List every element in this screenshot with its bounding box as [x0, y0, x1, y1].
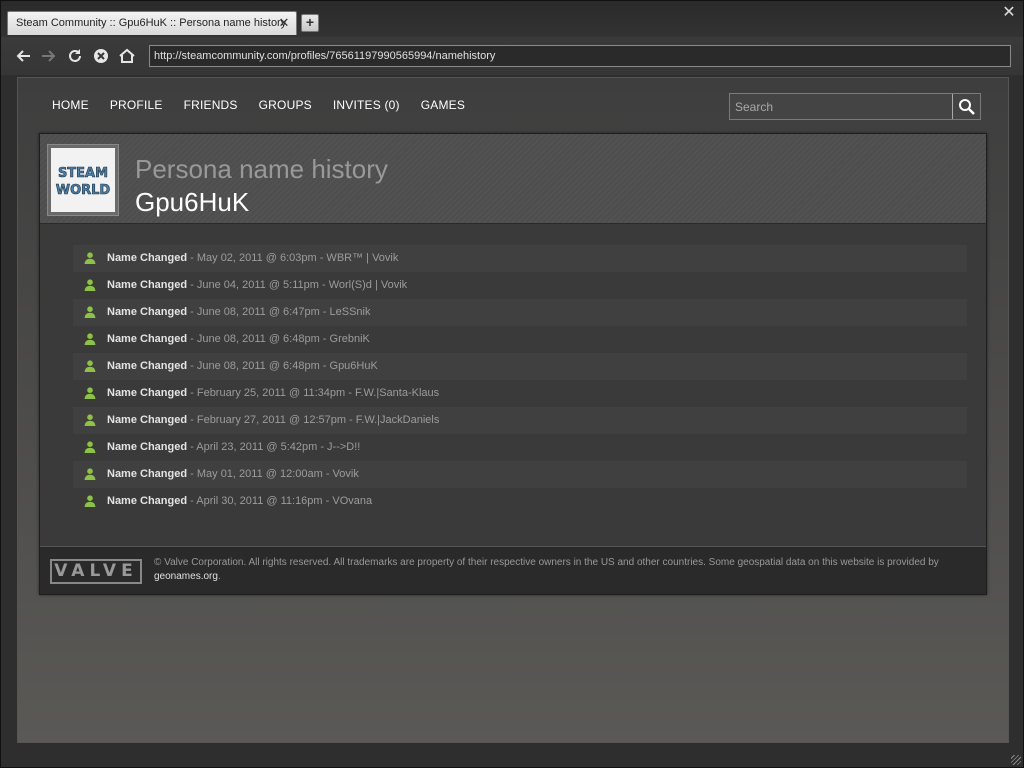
svg-text:STEAM: STEAM	[58, 166, 108, 181]
list-item: Name Changed - April 30, 2011 @ 11:16pm …	[73, 488, 967, 515]
history-label: Name Changed	[107, 360, 188, 372]
nav-friends[interactable]: FRIENDS	[184, 98, 238, 114]
tab-strip: Steam Community :: Gpu6HuK :: Persona na…	[1, 1, 1023, 37]
history-label: Name Changed	[107, 441, 188, 453]
history-detail: - February 25, 2011 @ 11:34pm - F.W.|San…	[187, 387, 440, 399]
history-detail: - June 08, 2011 @ 6:48pm - GrebniK	[187, 333, 370, 345]
person-icon	[84, 414, 96, 426]
history-label: Name Changed	[107, 468, 188, 480]
profile-header: STEAM WORLD Persona name history Gpu6HuK	[40, 134, 986, 224]
history-detail: - May 01, 2011 @ 12:00am - Vovik	[187, 468, 359, 480]
nav-groups[interactable]: GROUPS	[259, 98, 312, 114]
footer-text: © Valve Corporation. All rights reserved…	[154, 557, 939, 582]
svg-text:WORLD: WORLD	[56, 183, 111, 198]
person-icon	[84, 360, 96, 372]
profile-panel: STEAM WORLD Persona name history Gpu6HuK…	[39, 133, 987, 595]
person-icon	[84, 333, 96, 345]
nav-profile[interactable]: PROFILE	[110, 98, 163, 114]
back-arrow-icon[interactable]	[12, 45, 34, 67]
person-icon	[84, 495, 96, 507]
page-subtitle: Persona name history	[135, 154, 388, 184]
history-label: Name Changed	[107, 306, 188, 318]
list-item: Name Changed - April 23, 2011 @ 5:42pm -…	[73, 434, 967, 461]
history-detail: - June 08, 2011 @ 6:47pm - LeSSnik	[187, 306, 371, 318]
search-box	[729, 93, 981, 120]
history-label: Name Changed	[107, 252, 188, 264]
history-detail: - April 30, 2011 @ 11:16pm - VOvana	[187, 495, 373, 507]
history-label: Name Changed	[107, 414, 188, 426]
list-item: Name Changed - June 08, 2011 @ 6:48pm - …	[73, 353, 967, 380]
window-close-icon[interactable]: ✕	[1001, 5, 1017, 21]
nav-toolbar: http://steamcommunity.com/profiles/76561…	[1, 37, 1023, 75]
person-icon	[84, 468, 96, 480]
avatar-image: STEAM WORLD	[51, 148, 115, 212]
person-icon	[84, 279, 96, 291]
history-detail: - February 27, 2011 @ 12:57pm - F.W.|Jac…	[187, 414, 440, 426]
history-detail: - June 08, 2011 @ 6:48pm - Gpu6HuK	[187, 360, 378, 372]
list-item: Name Changed - February 27, 2011 @ 12:57…	[73, 407, 967, 434]
nav-games[interactable]: GAMES	[421, 98, 465, 114]
history-detail: - May 02, 2011 @ 6:03pm - WBR™ | Vovik	[187, 252, 399, 264]
new-tab-button[interactable]: +	[301, 14, 319, 32]
page-viewport: HOME PROFILE FRIENDS GROUPS INVITES (0) …	[17, 77, 1009, 743]
forward-arrow-icon[interactable]	[38, 45, 60, 67]
name-history-list: Name Changed - May 02, 2011 @ 6:03pm - W…	[73, 245, 967, 515]
person-icon	[84, 387, 96, 399]
list-item: Name Changed - June 08, 2011 @ 6:47pm - …	[73, 299, 967, 326]
search-icon	[959, 99, 975, 115]
history-label: Name Changed	[107, 387, 188, 399]
list-item: Name Changed - June 08, 2011 @ 6:48pm - …	[73, 326, 967, 353]
history-label: Name Changed	[107, 495, 188, 507]
resize-grip-icon[interactable]	[1011, 755, 1021, 765]
valve-logo[interactable]: VALVE	[50, 559, 142, 584]
nav-invites[interactable]: INVITES (0)	[333, 98, 400, 114]
search-button[interactable]	[952, 94, 980, 119]
profile-name: Gpu6HuK	[135, 187, 250, 217]
person-icon	[84, 441, 96, 453]
home-icon[interactable]	[116, 45, 138, 67]
history-detail: - June 04, 2011 @ 5:11pm - Worl(S)d | Vo…	[187, 279, 408, 291]
person-icon	[84, 252, 96, 264]
nav-home[interactable]: HOME	[52, 98, 89, 114]
site-nav: HOME PROFILE FRIENDS GROUPS INVITES (0) …	[52, 98, 465, 114]
tab-title: Steam Community :: Gpu6HuK :: Persona na…	[16, 17, 287, 29]
list-item: Name Changed - June 04, 2011 @ 5:11pm - …	[73, 272, 967, 299]
avatar[interactable]: STEAM WORLD	[47, 144, 119, 216]
browser-window: Steam Community :: Gpu6HuK :: Persona na…	[0, 0, 1024, 768]
list-item: Name Changed - February 25, 2011 @ 11:34…	[73, 380, 967, 407]
list-item: Name Changed - May 01, 2011 @ 12:00am - …	[73, 461, 967, 488]
tab-close-icon[interactable]: ✕	[276, 15, 292, 31]
list-item: Name Changed - May 02, 2011 @ 6:03pm - W…	[73, 245, 967, 272]
browser-tab[interactable]: Steam Community :: Gpu6HuK :: Persona na…	[7, 11, 297, 35]
person-icon	[84, 306, 96, 318]
page-footer: VALVE © Valve Corporation. All rights re…	[40, 546, 986, 594]
reload-icon[interactable]	[64, 45, 86, 67]
history-label: Name Changed	[107, 279, 188, 291]
history-detail: - April 23, 2011 @ 5:42pm - J-->D!!	[187, 441, 361, 453]
stop-icon[interactable]	[90, 45, 112, 67]
history-label: Name Changed	[107, 333, 188, 345]
geonames-link[interactable]: geonames.org	[154, 571, 218, 582]
search-input[interactable]	[735, 100, 945, 114]
url-bar[interactable]: http://steamcommunity.com/profiles/76561…	[149, 45, 1011, 67]
